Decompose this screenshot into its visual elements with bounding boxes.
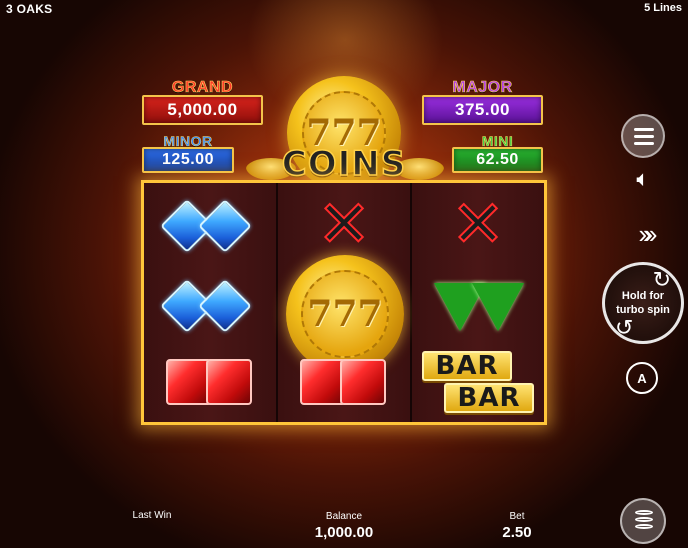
- bet-value: 2.50: [502, 524, 532, 541]
- jackpot-mini: MINI 62.50: [452, 133, 543, 173]
- menu-button[interactable]: [621, 114, 665, 158]
- spin-button[interactable]: ↻ Hold for turbo spin ↺: [602, 262, 684, 344]
- reel-1-row-3: [144, 345, 276, 425]
- quick-spin-button[interactable]: »»: [624, 218, 662, 250]
- autoplay-button[interactable]: A: [626, 362, 658, 394]
- reel-3-row-2: [412, 265, 544, 345]
- reel-1: [144, 183, 278, 422]
- spin-arrow-icon: ↺: [615, 315, 634, 340]
- fast-forward-icon: »»: [638, 218, 658, 249]
- spin-button-label: Hold for turbo spin: [616, 290, 670, 316]
- game-title: 3 OAKS: [6, 2, 53, 16]
- reel-2: ✕ 777: [278, 183, 412, 422]
- game-logo: COINS: [281, 144, 407, 184]
- x-symbol-icon: ✕: [316, 188, 372, 262]
- red-ruby-icon: [340, 359, 386, 405]
- sound-button[interactable]: 🔈︎: [626, 164, 660, 194]
- bar-symbol-bottom: BAR: [444, 383, 534, 413]
- x-symbol-icon: ✕: [450, 188, 506, 262]
- jackpot-mini-value: 62.50: [452, 147, 543, 173]
- jackpot-major-value: 375.00: [422, 95, 543, 125]
- menu-icon: [634, 128, 654, 131]
- reel-2-row-1: ✕: [278, 185, 410, 265]
- jackpot-mini-label: MINI: [481, 133, 514, 149]
- jackpot-grand-label: GRAND: [171, 79, 234, 96]
- balance-label: Balance: [325, 511, 363, 522]
- jackpot-minor-label: MINOR: [163, 133, 213, 149]
- reel-3-row-3: BAR BAR: [412, 345, 544, 425]
- jackpot-minor: MINOR 125.00: [142, 133, 234, 173]
- blue-diamond-icon: [198, 199, 252, 253]
- spin-arrow-icon: ↻: [652, 267, 671, 292]
- reel-grid: ✕ 777 ✕ BAR BAR: [141, 180, 547, 425]
- lines-indicator: 5 Lines: [644, 2, 682, 14]
- last-win-panel: Last Win: [120, 510, 184, 523]
- balance-panel: Balance 1,000.00: [296, 511, 392, 541]
- reel-2-row-3: [278, 345, 410, 425]
- bet-settings-button[interactable]: [620, 498, 666, 544]
- autoplay-icon: A: [637, 370, 647, 386]
- reel-3-row-1: ✕: [412, 185, 544, 265]
- reel-3: ✕ BAR BAR: [412, 183, 544, 422]
- jackpot-minor-value: 125.00: [142, 147, 234, 173]
- jackpot-grand: GRAND 5,000.00: [142, 79, 263, 125]
- blue-diamond-icon: [198, 279, 252, 333]
- jackpot-major-label: MAJOR: [452, 79, 513, 96]
- reel-1-row-2: [144, 265, 276, 345]
- bet-label: Bet: [509, 511, 525, 522]
- green-emerald-icon: [472, 283, 524, 331]
- bet-panel: Bet 2.50: [492, 511, 542, 541]
- bar-symbol-top: BAR: [422, 351, 512, 381]
- balance-value: 1,000.00: [314, 524, 374, 541]
- last-win-label: Last Win: [132, 510, 172, 521]
- reel-1-row-1: [144, 185, 276, 265]
- jackpot-major: MAJOR 375.00: [422, 79, 543, 125]
- jackpot-grand-value: 5,000.00: [142, 95, 263, 125]
- coin-stack-icon: [635, 510, 653, 515]
- speaker-icon: 🔈︎: [636, 166, 650, 191]
- red-ruby-icon: [206, 359, 252, 405]
